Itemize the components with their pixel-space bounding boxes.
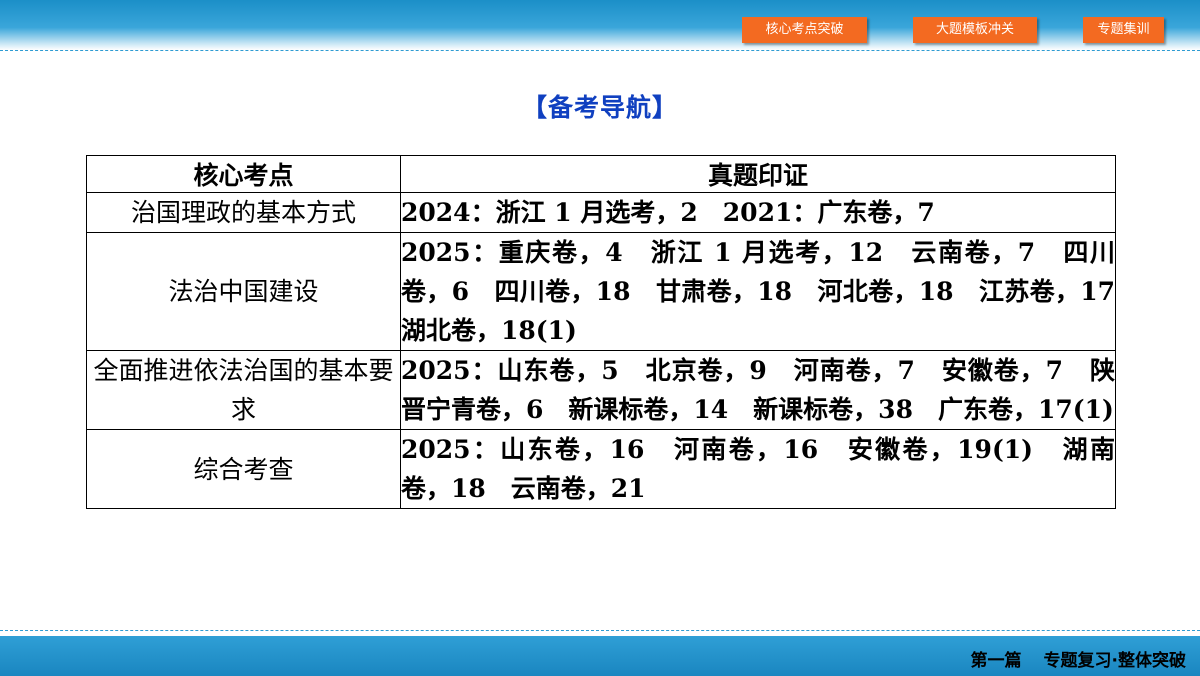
evidence-cell: 2025：山东卷，16 河南卷，16 安徽卷，19(1) 湖南卷，18 云南卷，… <box>400 429 1116 509</box>
guide-table: 核心考点 真题印证 治国理政的基本方式 2024：浙江 1 月选考，2 2021… <box>86 155 1140 509</box>
table-row: 综合考查 2025：山东卷，16 河南卷，16 安徽卷，19(1) 湖南卷，18… <box>86 429 1116 509</box>
table-row: 全面推进依法治国的基本要求 2025：山东卷，5 北京卷，9 河南卷，7 安徽卷… <box>86 350 1116 430</box>
footer-section: 专题复习·整体突破 <box>1043 651 1186 671</box>
bottom-divider <box>0 630 1200 631</box>
nav-button-template-drill[interactable]: 大题模板冲关 <box>913 17 1037 43</box>
topic-cell: 综合考查 <box>86 429 401 509</box>
nav-button-topic-training[interactable]: 专题集训 <box>1083 17 1164 43</box>
header-exam-evidence: 真题印证 <box>400 155 1116 193</box>
topic-cell: 治国理政的基本方式 <box>86 192 401 233</box>
table-header-row: 核心考点 真题印证 <box>86 155 1116 193</box>
evidence-cell: 2025：重庆卷，4 浙江 1 月选考，12 云南卷，7 四川卷，6 四川卷，1… <box>400 232 1140 351</box>
nav-button-core-points[interactable]: 核心考点突破 <box>742 17 867 43</box>
table-row: 法治中国建设 2025：重庆卷，4 浙江 1 月选考，12 云南卷，7 四川卷，… <box>86 232 1140 351</box>
page-title: 【备考导航】 <box>521 93 678 122</box>
footer-part: 第一篇 <box>970 651 1022 671</box>
table-row: 治国理政的基本方式 2024：浙江 1 月选考，2 2021：广东卷，7 <box>86 192 1116 233</box>
topic-cell: 全面推进依法治国的基本要求 <box>86 350 401 430</box>
evidence-cell: 2025：山东卷，5 北京卷，9 河南卷，7 安徽卷，7 陕晋宁青卷，6 新课标… <box>400 350 1116 430</box>
evidence-cell: 2024：浙江 1 月选考，2 2021：广东卷，7 <box>400 192 1116 233</box>
topic-cell: 法治中国建设 <box>86 232 401 351</box>
top-divider <box>0 50 1200 51</box>
header-core-point: 核心考点 <box>86 155 401 193</box>
footer-label: 第一篇 专题复习·整体突破 <box>971 646 1186 671</box>
